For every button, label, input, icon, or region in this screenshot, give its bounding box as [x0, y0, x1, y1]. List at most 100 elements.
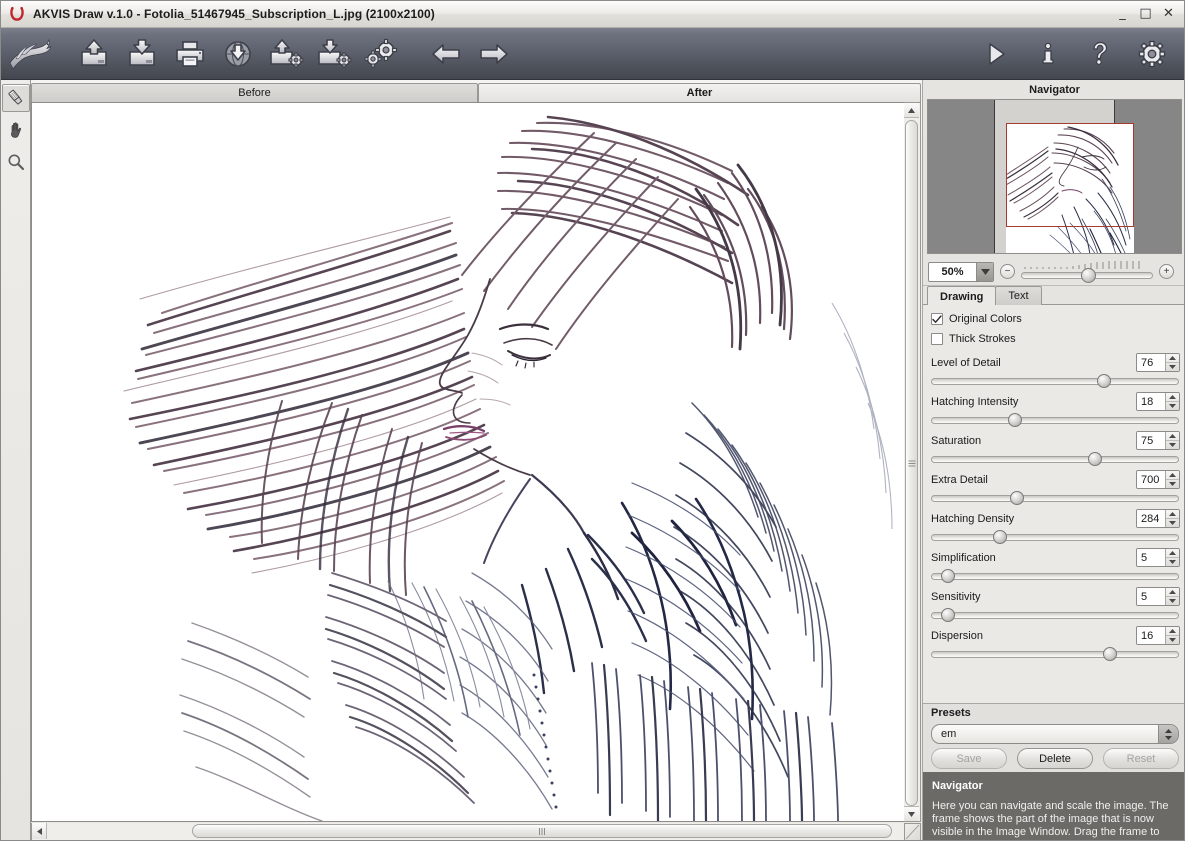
saturation-value[interactable]: 75 — [1137, 432, 1165, 449]
spin-up-icon[interactable] — [1166, 354, 1179, 363]
zoom-slider[interactable] — [1021, 261, 1153, 283]
slider-track[interactable] — [931, 417, 1179, 424]
canvas-vertical-scrollbar[interactable] — [904, 102, 921, 822]
chevron-down-icon[interactable] — [976, 263, 993, 281]
slider-thumb[interactable] — [1010, 491, 1024, 505]
preferences-gears-icon[interactable] — [359, 32, 405, 76]
slider-track[interactable] — [931, 378, 1179, 385]
level-of-detail-spin-buttons[interactable] — [1165, 354, 1179, 371]
history-brush-tool[interactable] — [2, 84, 30, 112]
slider-thumb[interactable] — [993, 530, 1007, 544]
spin-down-icon[interactable] — [1166, 363, 1179, 371]
close-button[interactable]: ✕ — [1157, 3, 1180, 24]
redo-arrow-icon[interactable] — [471, 32, 517, 76]
print-image-icon[interactable] — [167, 32, 213, 76]
hatching-intensity-slider[interactable] — [931, 413, 1179, 427]
open-image-icon[interactable] — [71, 32, 117, 76]
extra-detail-value[interactable]: 700 — [1137, 471, 1165, 488]
run-icon[interactable] — [976, 32, 1016, 76]
info-icon[interactable] — [1028, 32, 1068, 76]
slider-thumb[interactable] — [1097, 374, 1111, 388]
spin-down-icon[interactable] — [1166, 558, 1179, 566]
tab-after[interactable]: After — [478, 83, 921, 102]
hatching-density-value[interactable]: 284 — [1137, 510, 1165, 527]
delete-preset-button[interactable]: Delete — [1017, 748, 1093, 769]
extra-detail-slider[interactable] — [931, 491, 1179, 505]
spin-down-icon[interactable] — [1166, 636, 1179, 644]
spin-up-icon[interactable] — [1166, 549, 1179, 558]
save-image-icon[interactable] — [119, 32, 165, 76]
tab-drawing[interactable]: Drawing — [927, 286, 996, 306]
navigator-viewport-frame[interactable] — [1006, 123, 1134, 227]
simplification-spin-buttons[interactable] — [1165, 549, 1179, 566]
extra-detail-spinner[interactable]: 700 — [1136, 470, 1180, 489]
simplification-value[interactable]: 5 — [1137, 549, 1165, 566]
sensitivity-spinner[interactable]: 5 — [1136, 587, 1180, 606]
slider-track[interactable] — [931, 534, 1179, 541]
sensitivity-slider[interactable] — [931, 608, 1179, 622]
spin-down-icon[interactable] — [1166, 480, 1179, 488]
spin-up-icon[interactable] — [1166, 471, 1179, 480]
tab-text[interactable]: Text — [995, 286, 1041, 305]
slider-thumb[interactable] — [1008, 413, 1022, 427]
settings-gear-icon[interactable] — [1132, 32, 1172, 76]
slider-thumb[interactable] — [941, 569, 955, 583]
level-of-detail-slider[interactable] — [931, 374, 1179, 388]
level-of-detail-spinner[interactable]: 76 — [1136, 353, 1180, 372]
spin-down-icon[interactable] — [1166, 597, 1179, 605]
thick-strokes-checkbox-row[interactable]: Thick Strokes — [931, 329, 1181, 349]
save-settings-icon[interactable] — [311, 32, 357, 76]
sensitivity-spin-buttons[interactable] — [1165, 588, 1179, 605]
simplification-spinner[interactable]: 5 — [1136, 548, 1180, 567]
hatching-intensity-value[interactable]: 18 — [1137, 393, 1165, 410]
zoom-in-button[interactable]: + — [1159, 264, 1174, 279]
thick-strokes-checkbox[interactable] — [931, 333, 943, 345]
help-icon[interactable] — [1080, 32, 1120, 76]
hatching-intensity-spin-buttons[interactable] — [1165, 393, 1179, 410]
spin-up-icon[interactable] — [1166, 432, 1179, 441]
scroll-down-arrow[interactable] — [904, 806, 919, 821]
navigator-thumbnail[interactable] — [927, 99, 1182, 254]
saturation-spin-buttons[interactable] — [1165, 432, 1179, 449]
image-canvas[interactable] — [31, 102, 921, 822]
save-preset-button[interactable]: Save — [931, 748, 1007, 769]
undo-arrow-icon[interactable] — [423, 32, 469, 76]
level-of-detail-value[interactable]: 76 — [1137, 354, 1165, 371]
spin-down-icon[interactable] — [1166, 402, 1179, 410]
slider-track[interactable] — [931, 495, 1179, 502]
slider-thumb[interactable] — [1088, 452, 1102, 466]
hatching-density-spin-buttons[interactable] — [1165, 510, 1179, 527]
slider-track[interactable] — [931, 573, 1179, 580]
hatching-density-spinner[interactable]: 284 — [1136, 509, 1180, 528]
updown-chevron-icon[interactable] — [1158, 725, 1178, 743]
original-colors-checkbox[interactable] — [931, 313, 943, 325]
hand-tool[interactable] — [2, 116, 30, 144]
slider-track[interactable] — [931, 456, 1179, 463]
spin-up-icon[interactable] — [1166, 393, 1179, 402]
canvas-horizontal-scrollbar[interactable] — [31, 823, 921, 841]
simplification-slider[interactable] — [931, 569, 1179, 583]
scroll-left-arrow[interactable] — [32, 823, 47, 839]
slider-track[interactable] — [931, 612, 1179, 619]
dispersion-spinner[interactable]: 16 — [1136, 626, 1180, 645]
zoom-out-button[interactable]: − — [1000, 264, 1015, 279]
horizontal-scroll-thumb[interactable] — [192, 824, 892, 838]
zoom-level-combobox[interactable]: 50% — [928, 262, 994, 282]
spin-down-icon[interactable] — [1166, 441, 1179, 449]
dispersion-slider[interactable] — [931, 647, 1179, 661]
logo-dove-icon[interactable] — [7, 32, 53, 76]
saturation-spinner[interactable]: 75 — [1136, 431, 1180, 450]
slider-thumb[interactable] — [941, 608, 955, 622]
sensitivity-value[interactable]: 5 — [1137, 588, 1165, 605]
zoom-tool[interactable] — [2, 148, 30, 176]
slider-track[interactable] — [931, 651, 1179, 658]
hatching-density-slider[interactable] — [931, 530, 1179, 544]
reset-preset-button[interactable]: Reset — [1103, 748, 1179, 769]
vertical-scroll-thumb[interactable] — [905, 120, 918, 806]
original-colors-checkbox-row[interactable]: Original Colors — [931, 309, 1181, 329]
scroll-up-arrow[interactable] — [904, 103, 919, 118]
maximize-button[interactable]: □ — [1134, 3, 1157, 24]
preset-combobox[interactable]: em — [931, 724, 1179, 744]
saturation-slider[interactable] — [931, 452, 1179, 466]
spin-down-icon[interactable] — [1166, 519, 1179, 527]
